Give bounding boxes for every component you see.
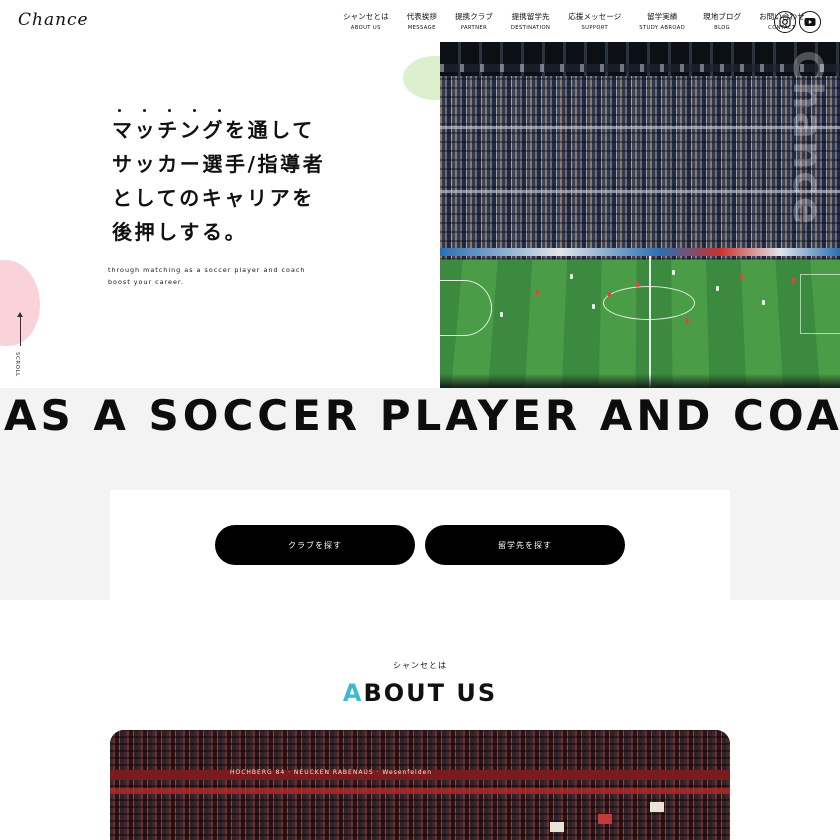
marquee-text: AS A SOCCER PLAYER AND COA <box>4 391 840 440</box>
nav-label-jp: 応援メッセージ <box>568 12 622 21</box>
scroll-label: SCROLL <box>14 352 20 377</box>
emphasis-dot <box>118 109 121 112</box>
search-card: クラブを探す 留学先を探す <box>110 490 730 600</box>
crowd-stands <box>110 730 730 840</box>
site-logo[interactable]: Chance <box>18 10 89 30</box>
about-crowd-image: HOCHBERG 84 · NEUCKEN RABENAUS · Wesenfe… <box>110 730 730 840</box>
pitch-center-circle <box>603 286 695 320</box>
player-dot <box>672 270 675 275</box>
about-kicker: シャンセとは <box>393 661 447 670</box>
nav-label-en: STUDY ABROAD <box>639 25 686 31</box>
nav-label-jp: 提携留学先 <box>511 12 550 21</box>
hero-title-line: サッカー選手/指導者 <box>112 152 326 176</box>
main-nav: シャンセとは ABOUT US 代表挨拶 MESSAGE 提携クラブ PARTN… <box>334 11 814 33</box>
hero-title-line: マッチングを通して <box>112 118 315 142</box>
player-dot <box>500 312 503 317</box>
emphasis-dot <box>193 109 196 112</box>
emphasis-dot <box>218 109 221 112</box>
stadium-roof-lights <box>440 64 840 72</box>
hero-title-line: としてのキャリアを <box>112 186 315 210</box>
youtube-glyph <box>804 18 816 26</box>
player-dot <box>570 274 573 279</box>
player-dot <box>636 282 639 287</box>
stands-tier-band <box>440 126 840 129</box>
player-dot <box>716 286 719 291</box>
nav-label-en: MESSAGE <box>407 25 436 31</box>
nav-label-jp: 提携クラブ <box>454 12 493 21</box>
youtube-icon[interactable] <box>799 11 821 33</box>
hero-subtitle-line: boost your career. <box>108 278 184 286</box>
nav-message[interactable]: 代表挨拶 MESSAGE <box>398 11 446 33</box>
nav-label-en: PARTNER <box>460 25 488 31</box>
nav-destination[interactable]: 提携留学先 DESTINATION <box>502 11 559 33</box>
hero-subtitle-line: through matching as a soccer player and … <box>108 266 306 274</box>
hero-subtitle: through matching as a soccer player and … <box>108 264 305 288</box>
emphasis-dots <box>118 109 221 112</box>
stands-tier-band <box>440 190 840 193</box>
nav-label-en: DESTINATION <box>510 25 551 31</box>
nav-support[interactable]: 応援メッセージ SUPPORT <box>559 11 630 33</box>
nav-study-abroad[interactable]: 留学実績 STUDY ABROAD <box>630 11 694 33</box>
scroll-indicator[interactable]: SCROLL <box>14 312 28 378</box>
emphasis-dot <box>168 109 171 112</box>
hero-title: マッチングを通して サッカー選手/指導者 としてのキャリアを 後押しする。 <box>112 113 325 249</box>
player-dot <box>536 290 539 295</box>
crowd-banner-lower <box>110 788 730 794</box>
player-dot <box>686 318 689 323</box>
nav-label-jp: 留学実績 <box>647 12 678 21</box>
nav-label-jp: 代表挨拶 <box>406 12 437 21</box>
nav-label-en: BLOG <box>714 25 731 31</box>
crowd-flag <box>550 822 564 832</box>
scroll-line <box>20 316 21 346</box>
about-title: ABOUT US <box>0 678 840 708</box>
nav-blog[interactable]: 現地ブログ BLOG <box>694 11 750 33</box>
hero-stadium-image <box>440 42 840 412</box>
crowd-banner-text: HOCHBERG 84 · NEUCKEN RABENAUS · Wesenfe… <box>230 769 433 776</box>
nav-partner[interactable]: 提携クラブ PARTNER <box>446 11 502 33</box>
instagram-icon[interactable] <box>774 11 796 33</box>
brand-watermark: Chance <box>784 50 830 227</box>
pitch-penalty-box <box>800 274 840 334</box>
nav-label-jp: シャンセとは <box>343 12 389 21</box>
player-dot <box>792 278 795 283</box>
crowd-flag <box>598 814 612 824</box>
hero-title-line: 後押しする。 <box>112 220 248 244</box>
about-title-rest: BOUT US <box>363 679 498 707</box>
nav-about-us[interactable]: シャンセとは ABOUT US <box>334 11 398 33</box>
about-title-accent: A <box>342 679 364 707</box>
player-dot <box>740 274 743 279</box>
player-dot <box>592 304 595 309</box>
player-dot <box>608 292 611 297</box>
nav-label-en: SUPPORT <box>581 25 609 31</box>
find-destination-button[interactable]: 留学先を探す <box>425 525 625 565</box>
emphasis-dot <box>143 109 146 112</box>
crowd-flag <box>650 802 664 812</box>
find-club-button[interactable]: クラブを探す <box>215 525 415 565</box>
nav-label-en: ABOUT US <box>350 25 381 31</box>
nav-label-jp: 現地ブログ <box>703 12 742 21</box>
player-dot <box>762 300 765 305</box>
instagram-glyph <box>779 16 791 28</box>
stadium-ad-board <box>440 248 840 256</box>
